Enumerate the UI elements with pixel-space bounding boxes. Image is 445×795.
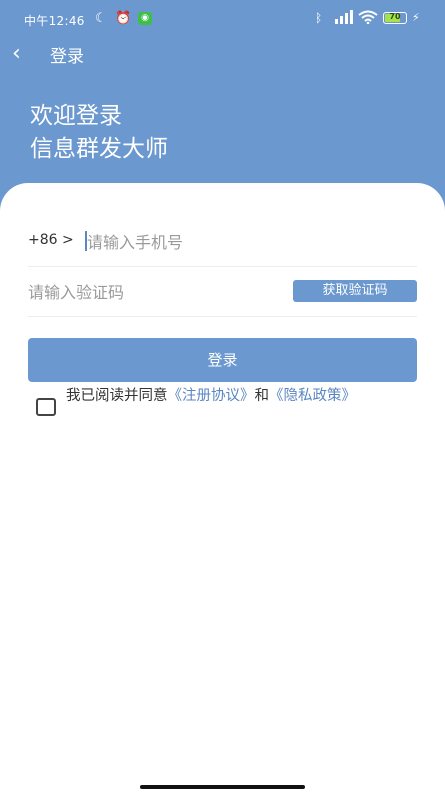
status-bar: 中午12:46 ☾ ⏰ ◉ ᛒ 70 ⚡ (0, 0, 445, 36)
battery-icon: 70 (383, 12, 407, 24)
welcome-line-1: 欢迎登录 (30, 103, 122, 129)
agreement-checkbox[interactable] (36, 398, 56, 416)
status-time: 中午12:46 (24, 14, 85, 28)
welcome-block: 欢迎登录 信息群发大师 (30, 100, 168, 166)
verification-code-input[interactable] (28, 277, 278, 307)
phone-row: +86 > (28, 217, 417, 267)
signal-icon (334, 10, 354, 27)
alarm-icon: ⏰ (115, 11, 132, 26)
agreement-text: 我已阅读并同意《注册协议》和《隐私政策》 (66, 386, 406, 406)
country-code-selector[interactable]: +86 > (28, 232, 74, 248)
back-button[interactable]: ‹ (12, 40, 36, 68)
login-button[interactable]: 登录 (28, 338, 417, 382)
bolt-icon: ⚡ (412, 11, 420, 24)
page-title: 登录 (50, 47, 84, 67)
moon-icon: ☾ (95, 11, 107, 26)
bluetooth-icon: ᛒ (315, 11, 323, 25)
wechat-icon: ◉ (138, 12, 152, 25)
get-code-button[interactable]: 获取验证码 (293, 280, 417, 302)
phone-input[interactable] (87, 227, 407, 257)
battery-level: 70 (389, 12, 401, 21)
chevron-left-icon: ‹ (12, 41, 21, 66)
wifi-icon (358, 10, 378, 27)
agreement-and: 和 (254, 388, 270, 404)
code-row: 获取验证码 (28, 267, 417, 317)
home-indicator[interactable] (140, 785, 305, 789)
privacy-link[interactable]: 《隐私政策》 (269, 388, 356, 404)
app-name: 信息群发大师 (30, 136, 168, 162)
agreement-prefix: 我已阅读并同意 (66, 388, 168, 404)
terms-link[interactable]: 《注册协议》 (168, 388, 255, 404)
